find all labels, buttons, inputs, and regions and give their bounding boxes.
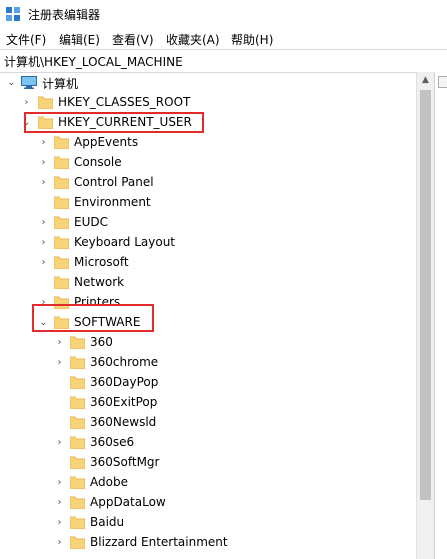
address-path[interactable]: 计算机\HKEY_LOCAL_MACHINE (4, 53, 183, 70)
chevron-right-icon[interactable]: › (38, 157, 49, 168)
tree-node-eudc[interactable]: › EUDC (0, 213, 416, 233)
folder-icon (70, 476, 85, 489)
tree-node-baidu[interactable]: › Baidu (0, 513, 416, 533)
tree-node-environment[interactable]: Environment (0, 193, 416, 213)
folder-icon (70, 416, 85, 429)
highlight-software (32, 304, 154, 332)
chevron-right-icon[interactable]: › (54, 517, 65, 528)
folder-icon (54, 256, 69, 269)
folder-icon (70, 376, 85, 389)
tree-node-keyboard-layout[interactable]: › Keyboard Layout (0, 233, 416, 253)
address-bar[interactable]: 计算机\HKEY_LOCAL_MACHINE (0, 49, 447, 73)
menu-view[interactable]: 查看(V) (112, 31, 154, 48)
folder-icon (54, 176, 69, 189)
folder-icon (54, 216, 69, 229)
chevron-right-icon[interactable]: › (21, 97, 32, 108)
tree-node-label: HKEY_CLASSES_ROOT (58, 95, 191, 109)
folder-icon (54, 276, 69, 289)
menu-help[interactable]: 帮助(H) (231, 31, 273, 48)
folder-icon (54, 136, 69, 149)
tree-node-blizzard-entertainment[interactable]: › Blizzard Entertainment (0, 533, 416, 553)
tree-node-label: 360ExitPop (90, 395, 158, 409)
window-title: 注册表编辑器 (28, 8, 101, 22)
chevron-right-icon[interactable]: › (38, 137, 49, 148)
tree-node-appevents[interactable]: › AppEvents (0, 133, 416, 153)
chevron-right-icon[interactable]: › (38, 177, 49, 188)
folder-icon (70, 436, 85, 449)
tree-node-appdatalow[interactable]: › AppDataLow (0, 493, 416, 513)
chevron-right-icon[interactable]: › (54, 497, 65, 508)
tree-node-label: Network (74, 275, 125, 289)
title-bar: 注册表编辑器 (0, 0, 447, 28)
tree-node-computer[interactable]: ⌄ 计算机 (0, 73, 416, 93)
chevron-right-icon[interactable]: › (54, 477, 65, 488)
tree-node-label: AppDataLow (90, 495, 166, 509)
folder-icon (38, 96, 53, 109)
tree-node-label: 360SoftMgr (90, 455, 160, 469)
menu-favorites[interactable]: 收藏夹(A) (166, 31, 220, 48)
tree-node-360newsld[interactable]: 360Newsld (0, 413, 416, 433)
folder-icon (54, 156, 69, 169)
tree-node-label: Keyboard Layout (74, 235, 176, 249)
folder-icon (70, 356, 85, 369)
tree-node-console[interactable]: › Console (0, 153, 416, 173)
folder-icon (54, 236, 69, 249)
scroll-up-arrow-icon[interactable]: ▲ (417, 72, 434, 89)
computer-icon (21, 76, 37, 89)
menu-edit[interactable]: 编辑(E) (59, 31, 100, 48)
folder-icon (70, 516, 85, 529)
chevron-right-icon[interactable]: › (38, 257, 49, 268)
tree-node-label: Environment (74, 195, 151, 209)
folder-icon (54, 196, 69, 209)
menu-bar: 文件(F) 编辑(E) 查看(V) 收藏夹(A) 帮助(H) (0, 28, 447, 48)
values-pane[interactable] (434, 72, 447, 559)
tree-node-microsoft[interactable]: › Microsoft (0, 253, 416, 273)
folder-icon (70, 456, 85, 469)
folder-icon (70, 396, 85, 409)
folder-icon (70, 336, 85, 349)
tree-node-label: 360DayPop (90, 375, 159, 389)
tree-scrollbar[interactable]: ▲ (416, 72, 434, 559)
tree-node-360[interactable]: › 360 (0, 333, 416, 353)
tree-node-label: 360se6 (90, 435, 135, 449)
chevron-right-icon[interactable]: › (38, 217, 49, 228)
tree-node-label: Console (74, 155, 122, 169)
tree-node-label: 360Newsld (90, 415, 157, 429)
tree-node-label: Adobe (90, 475, 128, 489)
scroll-thumb[interactable] (420, 90, 431, 500)
chevron-down-icon[interactable]: ⌄ (6, 77, 17, 88)
tree-node-label: AppEvents (74, 135, 139, 149)
tree-node-label: Baidu (90, 515, 125, 529)
value-type-icon (438, 76, 447, 88)
chevron-right-icon[interactable]: › (54, 337, 65, 348)
tree-node-label: Blizzard Entertainment (90, 535, 228, 549)
tree-node-label: EUDC (74, 215, 108, 229)
chevron-right-icon[interactable]: › (38, 237, 49, 248)
tree-node-control-panel[interactable]: › Control Panel (0, 173, 416, 193)
tree-node-360exitpop[interactable]: 360ExitPop (0, 393, 416, 413)
tree-node-hkey-classes-root[interactable]: › HKEY_CLASSES_ROOT (0, 93, 416, 113)
tree-node-label: 360chrome (90, 355, 159, 369)
tree-node-adobe[interactable]: › Adobe (0, 473, 416, 493)
tree-node-360daypop[interactable]: 360DayPop (0, 373, 416, 393)
tree-node-360se6[interactable]: › 360se6 (0, 433, 416, 453)
tree-node-label: Microsoft (74, 255, 129, 269)
chevron-right-icon[interactable]: › (54, 537, 65, 548)
chevron-right-icon[interactable]: › (54, 357, 65, 368)
tree-node-360chrome[interactable]: › 360chrome (0, 353, 416, 373)
tree-node-network[interactable]: Network (0, 273, 416, 293)
registry-editor-icon (6, 7, 20, 21)
folder-icon (70, 496, 85, 509)
tree-node-label: Control Panel (74, 175, 154, 189)
tree-node-label: 计算机 (42, 77, 79, 91)
highlight-hkey-current-user (24, 112, 204, 133)
tree-node-360softmgr[interactable]: 360SoftMgr (0, 453, 416, 473)
folder-icon (70, 536, 85, 549)
chevron-right-icon[interactable]: › (54, 437, 65, 448)
menu-file[interactable]: 文件(F) (6, 31, 46, 48)
tree-node-label: 360 (90, 335, 113, 349)
